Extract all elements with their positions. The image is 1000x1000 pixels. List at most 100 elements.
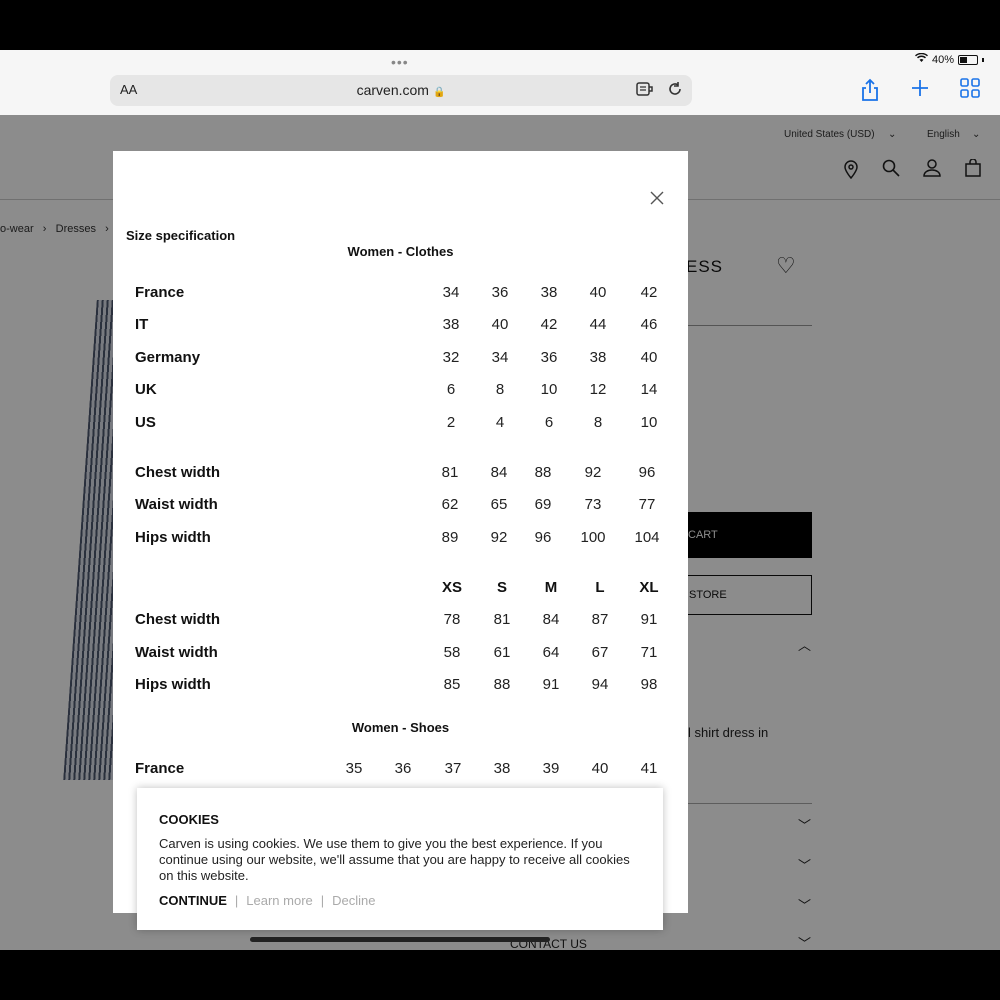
size-cell: 6 xyxy=(446,381,456,398)
row-label: IT xyxy=(135,316,149,333)
plus-icon[interactable] xyxy=(908,78,932,102)
size-cell: 36 xyxy=(491,284,509,301)
size-cell: 35 xyxy=(345,760,363,777)
reader-icon[interactable] xyxy=(636,81,654,99)
size-cell: 65 xyxy=(490,496,508,513)
size-cell: 12 xyxy=(589,381,607,398)
battery-icon xyxy=(958,54,978,65)
table-row: Hips width 89 92 96 100 104 xyxy=(135,529,675,549)
row-label: Chest width xyxy=(135,464,220,481)
row-label: Waist width xyxy=(135,496,218,513)
cookie-actions: CONTINUE | Learn more | Decline xyxy=(159,893,376,908)
table-row: Hips width 85 88 91 94 98 xyxy=(135,676,675,696)
size-cell: 40 xyxy=(491,316,509,333)
address-bar[interactable]: AA carven.com 🔒 xyxy=(110,75,692,106)
tabs-icon[interactable] xyxy=(958,78,982,102)
size-cell: 46 xyxy=(640,316,658,333)
size-cell: 37 xyxy=(444,760,462,777)
size-cell: 84 xyxy=(542,611,560,628)
device-screen: ••• 40% AA carven.com 🔒 United States (U… xyxy=(0,50,1000,950)
row-label: UK xyxy=(135,381,157,398)
table-header-row: XS S M L XL xyxy=(135,579,675,599)
continue-button[interactable]: CONTINUE xyxy=(159,893,227,908)
row-label: Chest width xyxy=(135,611,220,628)
home-indicator[interactable] xyxy=(250,937,550,942)
size-cell: 58 xyxy=(443,644,461,661)
size-cell: 39 xyxy=(542,760,560,777)
table-row: IT 38 40 42 44 46 xyxy=(135,316,675,336)
table-row: Germany 32 34 36 38 40 xyxy=(135,349,675,369)
table-row: UK 6 8 10 12 14 xyxy=(135,381,675,401)
size-cell: 100 xyxy=(580,529,606,546)
size-cell: 98 xyxy=(640,676,658,693)
size-cell: 36 xyxy=(540,349,558,366)
table-row: Waist width 62 65 69 73 77 xyxy=(135,496,675,516)
separator: | xyxy=(234,893,239,908)
size-cell: 36 xyxy=(394,760,412,777)
size-cell: 40 xyxy=(591,760,609,777)
size-cell: 14 xyxy=(640,381,658,398)
device-bottom-bezel xyxy=(0,950,1000,1000)
table-row: Chest width 81 84 88 92 96 xyxy=(135,464,675,484)
size-cell: 85 xyxy=(443,676,461,693)
size-cell: 77 xyxy=(638,496,656,513)
table-row: France 34 36 38 40 42 xyxy=(135,284,675,304)
size-cell: 41 xyxy=(640,760,658,777)
row-label: Germany xyxy=(135,349,201,366)
size-cell: 2 xyxy=(446,414,456,431)
size-cell: 38 xyxy=(493,760,511,777)
size-cell: 8 xyxy=(593,414,603,431)
size-cell: 96 xyxy=(534,529,552,546)
row-label: France xyxy=(135,284,185,301)
size-cell: 6 xyxy=(544,414,554,431)
reload-icon[interactable] xyxy=(666,81,684,99)
url-text: carven.com xyxy=(356,82,429,98)
device-top-bezel xyxy=(0,0,1000,50)
size-cell: 10 xyxy=(540,381,558,398)
clothes-section-title: Women - Clothes xyxy=(347,244,454,259)
column-header: S xyxy=(496,579,507,596)
size-cell: 38 xyxy=(442,316,460,333)
size-cell: 44 xyxy=(589,316,607,333)
size-cell: 81 xyxy=(441,464,459,481)
size-cell: 87 xyxy=(591,611,609,628)
decline-link[interactable]: Decline xyxy=(332,893,375,908)
size-cell: 4 xyxy=(495,414,505,431)
size-cell: 88 xyxy=(534,464,552,481)
size-cell: 89 xyxy=(441,529,459,546)
row-label: Waist width xyxy=(135,644,218,661)
window-dots[interactable]: ••• xyxy=(391,54,409,70)
size-cell: 73 xyxy=(584,496,602,513)
table-row: US 2 4 6 8 10 xyxy=(135,414,675,434)
url-display[interactable]: carven.com 🔒 xyxy=(110,82,692,98)
size-cell: 10 xyxy=(640,414,658,431)
cookie-message: Carven is using cookies. We use them to … xyxy=(159,836,630,883)
size-cell: 62 xyxy=(441,496,459,513)
close-icon[interactable] xyxy=(647,189,667,209)
column-header: XS xyxy=(441,579,462,596)
separator: | xyxy=(320,893,325,908)
size-cell: 40 xyxy=(589,284,607,301)
size-cell: 40 xyxy=(640,349,658,366)
modal-title: Size specification xyxy=(126,228,236,243)
size-cell: 91 xyxy=(542,676,560,693)
size-cell: 61 xyxy=(493,644,511,661)
row-label: France xyxy=(135,760,185,777)
learn-more-link[interactable]: Learn more xyxy=(246,893,312,908)
browser-toolbar: ••• 40% AA carven.com 🔒 xyxy=(0,50,1000,115)
battery-percent: 40% xyxy=(931,53,954,66)
size-cell: 78 xyxy=(443,611,461,628)
size-cell: 71 xyxy=(640,644,658,661)
size-cell: 64 xyxy=(542,644,560,661)
row-label: Hips width xyxy=(135,676,211,693)
size-cell: 38 xyxy=(540,284,558,301)
column-header: XL xyxy=(639,579,659,596)
size-cell: 34 xyxy=(491,349,509,366)
wifi-icon xyxy=(914,52,928,66)
status-bar: 40% xyxy=(914,52,984,66)
row-label: US xyxy=(135,414,156,431)
share-icon[interactable] xyxy=(858,78,882,102)
size-cell: 84 xyxy=(490,464,508,481)
cookie-banner: COOKIES Carven is using cookies. We use … xyxy=(137,788,663,930)
size-cell: 8 xyxy=(495,381,505,398)
